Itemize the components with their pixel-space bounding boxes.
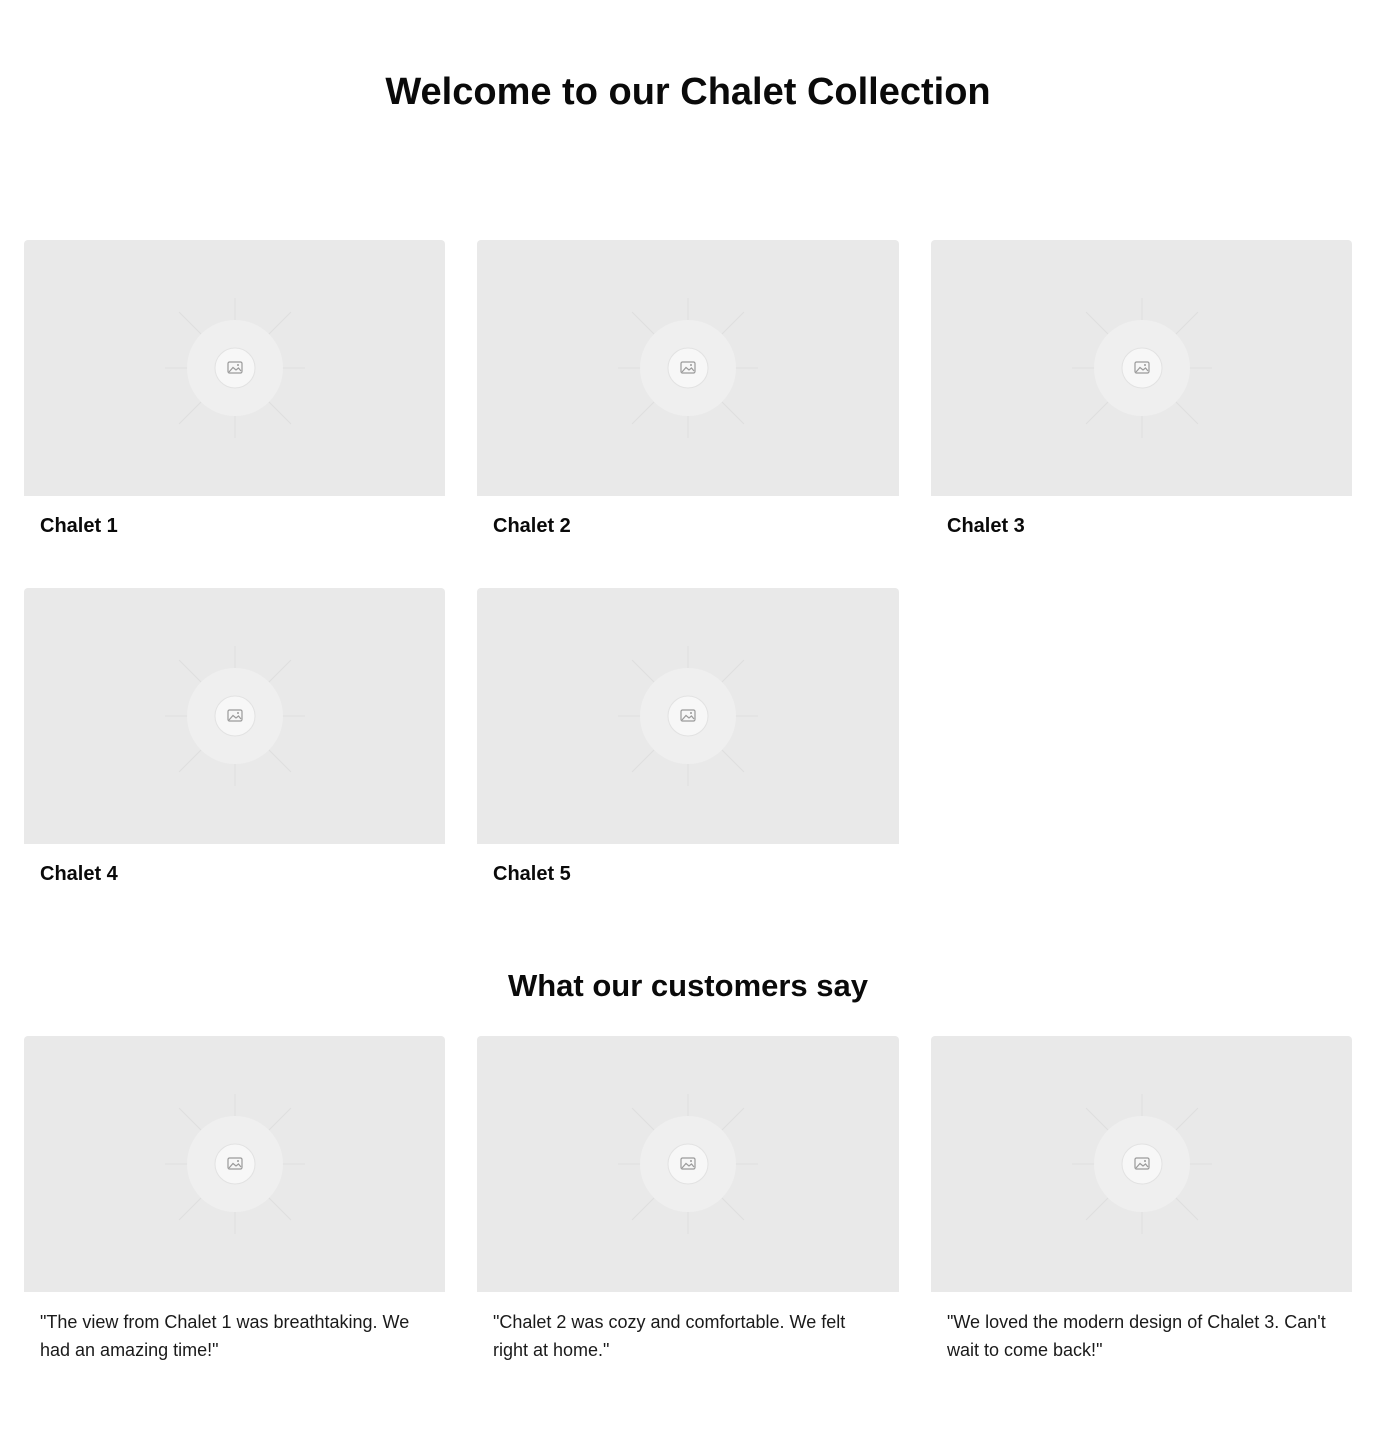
chalet-title: Chalet 1	[40, 515, 118, 537]
chalet-image	[477, 240, 899, 496]
testimonial-image	[477, 1036, 899, 1292]
testimonial-card: "The view from Chalet 1 was breathtaking…	[24, 1036, 445, 1376]
image-placeholder-icon	[618, 298, 758, 438]
image-placeholder-icon	[164, 298, 305, 438]
chalet-image	[24, 588, 445, 844]
testimonials-title: What our customers say	[507, 968, 869, 1003]
page: Welcome to our Chalet Collection Chalet …	[0, 0, 1376, 1452]
image-placeholder-icon	[618, 1094, 758, 1234]
testimonial-image	[931, 1036, 1352, 1292]
chalet-title: Chalet 3	[947, 515, 1025, 537]
testimonial-image	[24, 1036, 445, 1292]
chalet-title: Chalet 2	[493, 515, 571, 537]
chalet-image	[931, 240, 1352, 496]
chalet-title: Chalet 4	[40, 863, 118, 885]
image-placeholder-icon	[164, 646, 305, 786]
image-placeholder-icon	[1071, 298, 1212, 438]
testimonial-card: "Chalet 2 was cozy and comfortable. We f…	[477, 1036, 899, 1376]
testimonial-quote: "The view from Chalet 1 was breathtaking…	[40, 1312, 410, 1360]
image-placeholder-icon	[1071, 1094, 1212, 1234]
testimonials-grid: "The view from Chalet 1 was breathtaking…	[24, 1036, 1352, 1376]
chalet-image	[477, 588, 899, 844]
page-title: Welcome to our Chalet Collection	[385, 71, 991, 113]
testimonial-quote: "Chalet 2 was cozy and comfortable. We f…	[493, 1312, 846, 1360]
chalet-image	[24, 240, 445, 496]
image-placeholder-icon	[164, 1094, 305, 1234]
chalet-card[interactable]: Chalet 1	[24, 240, 445, 548]
image-placeholder-icon	[618, 646, 758, 786]
chalet-card[interactable]: Chalet 3	[931, 240, 1352, 548]
testimonial-card: "We loved the modern design of Chalet 3.…	[931, 1036, 1352, 1376]
chalet-card[interactable]: Chalet 5	[477, 588, 899, 896]
chalet-card[interactable]: Chalet 4	[24, 588, 445, 896]
testimonial-quote: "We loved the modern design of Chalet 3.…	[947, 1312, 1326, 1360]
chalet-grid: Chalet 1 Chalet 2 Chalet 3 Chalet 4 Chal…	[24, 240, 1352, 896]
chalet-title: Chalet 5	[493, 863, 571, 885]
chalet-card[interactable]: Chalet 2	[477, 240, 899, 548]
